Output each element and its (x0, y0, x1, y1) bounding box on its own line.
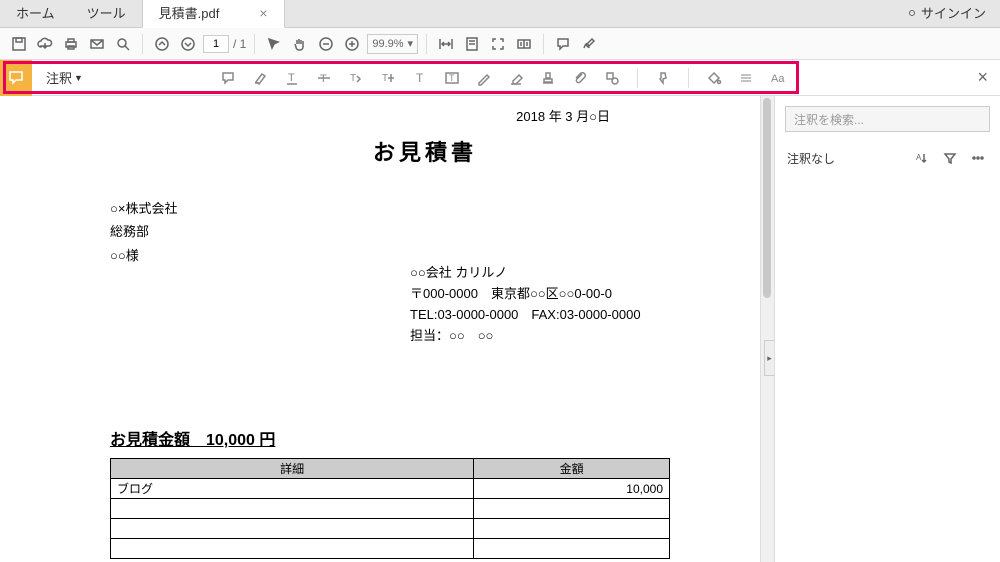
read-mode-icon[interactable] (513, 33, 535, 55)
document-content: 2018 年 3 月○日 お見積書 ○×株式会社 総務部 ○○様 ○○会社 カリ… (0, 96, 760, 562)
svg-text:T: T (320, 73, 327, 85)
from-company: ○○会社 カリルノ (410, 263, 740, 284)
document-viewport[interactable]: 2018 年 3 月○日 お見積書 ○×株式会社 総務部 ○○様 ○○会社 カリ… (0, 96, 760, 562)
sign-icon[interactable] (578, 33, 600, 55)
search-annotations-input[interactable]: 注釈を検索... (785, 106, 990, 132)
signin-label: サインイン (921, 3, 986, 22)
table-row (111, 539, 670, 559)
zoom-value: 99.9% (372, 38, 403, 50)
highlight-text-icon[interactable] (249, 67, 271, 89)
tab-close-icon[interactable]: × (259, 5, 267, 21)
from-addr: 〒000-0000 東京都○○区○○0-00-0 (410, 284, 740, 305)
tab-document[interactable]: 見積書.pdf × (142, 0, 285, 28)
annotation-label: 注釈 (46, 68, 72, 87)
line-width-icon[interactable] (735, 67, 757, 89)
text-icon[interactable]: T (409, 67, 431, 89)
fullscreen-icon[interactable] (487, 33, 509, 55)
text-insert-icon[interactable]: T (377, 67, 399, 89)
tab-tools[interactable]: ツール (71, 0, 142, 27)
page-up-icon[interactable] (151, 33, 173, 55)
from-person: 担当：○○ ○○ (410, 326, 740, 347)
chevron-down-icon: ▾ (408, 37, 414, 50)
svg-text:Aa: Aa (771, 73, 785, 85)
th-amount: 金額 (474, 459, 670, 479)
attachment-icon[interactable] (569, 67, 591, 89)
tab-bar: ホーム ツール 見積書.pdf × サインイン (0, 0, 1000, 28)
fill-color-icon[interactable] (703, 67, 725, 89)
more-options-icon[interactable] (968, 148, 988, 168)
sort-icon[interactable]: A (912, 148, 932, 168)
to-company: ○×株式会社 (110, 197, 740, 220)
text-underline-icon[interactable]: T (281, 67, 303, 89)
comments-panel: 注釈を検索... 注釈なし A (774, 96, 1000, 562)
chevron-down-icon: ▼ (74, 73, 83, 83)
panel-collapse-handle[interactable]: ▸ (764, 340, 774, 376)
page-input[interactable] (203, 35, 229, 53)
print-icon[interactable] (60, 33, 82, 55)
table-row: ブログ10,000 (111, 479, 670, 499)
page-indicator: / 1 (203, 35, 246, 53)
page-down-icon[interactable] (177, 33, 199, 55)
pencil-icon[interactable] (473, 67, 495, 89)
estimate-amount: お見積金額 10,000 円 (110, 426, 740, 450)
cell-detail: ブログ (111, 479, 474, 499)
filter-icon[interactable] (940, 148, 960, 168)
sticky-note-icon[interactable] (217, 67, 239, 89)
mail-icon[interactable] (86, 33, 108, 55)
save-icon[interactable] (8, 33, 30, 55)
main-toolbar: / 1 99.9% ▾ (0, 28, 1000, 60)
zoom-out-icon[interactable] (315, 33, 337, 55)
svg-text:T: T (449, 73, 455, 83)
to-dept: 総務部 (110, 220, 740, 243)
text-properties-icon[interactable]: Aa (767, 67, 789, 89)
hand-icon[interactable] (289, 33, 311, 55)
scroll-thumb[interactable] (763, 98, 771, 298)
text-strikethrough-icon[interactable]: T (313, 67, 335, 89)
tab-home[interactable]: ホーム (0, 0, 71, 27)
estimate-table: 詳細金額 ブログ10,000 (110, 458, 670, 559)
main-area: 2018 年 3 月○日 お見積書 ○×株式会社 総務部 ○○様 ○○会社 カリ… (0, 96, 1000, 562)
cell-amount: 10,000 (474, 479, 670, 499)
scrollbar-vertical[interactable] (760, 96, 774, 562)
annotation-dropdown[interactable]: 注釈 ▼ (32, 68, 97, 87)
search-icon[interactable] (112, 33, 134, 55)
stamp-icon[interactable] (537, 67, 559, 89)
pin-icon[interactable] (652, 67, 674, 89)
tab-document-label: 見積書.pdf (159, 3, 220, 22)
table-row (111, 519, 670, 539)
svg-text:T: T (382, 73, 388, 84)
doc-date: 2018 年 3 月○日 (110, 106, 740, 125)
svg-text:T: T (350, 73, 356, 84)
selection-icon[interactable] (263, 33, 285, 55)
drawing-tools-icon[interactable] (601, 67, 623, 89)
doc-title: お見積書 (110, 135, 740, 167)
text-box-icon[interactable]: T (441, 67, 463, 89)
zoom-dropdown[interactable]: 99.9% ▾ (367, 34, 418, 54)
signin-indicator-icon (909, 10, 915, 16)
no-annotations-label: 注釈なし (787, 150, 904, 167)
th-detail: 詳細 (111, 459, 474, 479)
close-annotation-bar[interactable]: × (977, 67, 988, 88)
svg-text:A: A (916, 153, 922, 162)
fit-width-icon[interactable] (435, 33, 457, 55)
signin-button[interactable]: サインイン (895, 0, 1000, 27)
table-row (111, 499, 670, 519)
zoom-in-icon[interactable] (341, 33, 363, 55)
page-total: / 1 (233, 37, 246, 51)
cloud-icon[interactable] (34, 33, 56, 55)
comment-bubble-icon[interactable] (552, 33, 574, 55)
fit-page-icon[interactable] (461, 33, 483, 55)
from-tel: TEL:03-0000-0000 FAX:03-0000-0000 (410, 305, 740, 326)
annotation-mode-icon[interactable] (0, 60, 32, 96)
eraser-icon[interactable] (505, 67, 527, 89)
svg-text:T: T (416, 71, 424, 85)
text-replace-icon[interactable]: T (345, 67, 367, 89)
svg-text:T: T (288, 72, 295, 84)
annotation-toolbar: 注釈 ▼ T T T T T T Aa × (0, 60, 1000, 96)
